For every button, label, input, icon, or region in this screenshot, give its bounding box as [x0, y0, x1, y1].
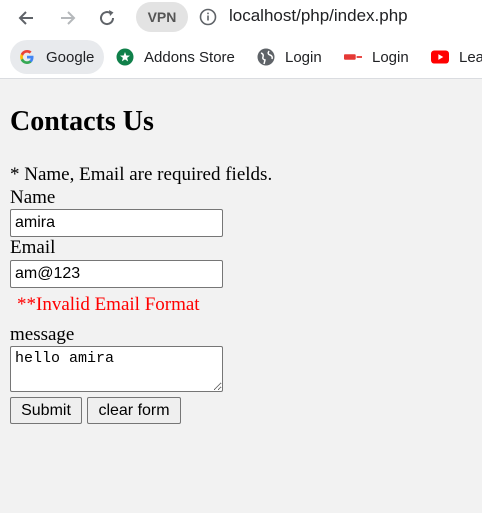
vpn-label: VPN [147, 9, 177, 25]
page-title: Contacts Us [10, 106, 154, 137]
bookmark-label: Lea [459, 48, 482, 66]
forward-button[interactable] [53, 4, 81, 32]
reload-button[interactable] [93, 4, 121, 32]
required-fields-note: * Name, Email are required fields. [10, 164, 273, 185]
info-icon[interactable] [199, 8, 217, 26]
bookmark-login-2[interactable]: Login [344, 40, 409, 74]
message-textarea[interactable]: hello amira [10, 346, 223, 392]
bookmark-addons-store[interactable]: Addons Store [116, 40, 235, 74]
message-label: message [10, 324, 75, 345]
back-arrow-icon [18, 11, 33, 25]
bookmark-login-1[interactable]: Login [257, 40, 322, 74]
bookmarks-bar: Google Addons Store Login Login Lea [0, 36, 482, 79]
address-bar[interactable]: localhost/php/index.php [229, 6, 408, 26]
name-label: Name [10, 187, 56, 208]
back-button[interactable] [13, 4, 41, 32]
email-label: Email [10, 237, 56, 258]
name-field[interactable] [10, 209, 223, 237]
globe-icon [257, 48, 275, 66]
forward-arrow-icon [61, 11, 76, 25]
vpn-button[interactable]: VPN [136, 2, 188, 32]
bookmark-label: Login [372, 48, 409, 66]
google-icon [18, 48, 36, 66]
bookmark-label: Addons Store [144, 48, 235, 66]
bookmark-label: Google [46, 48, 95, 66]
clear-form-button[interactable]: clear form [87, 397, 181, 424]
reload-icon [100, 10, 115, 26]
submit-button[interactable]: Submit [10, 397, 82, 424]
bookmark-label: Login [285, 48, 322, 66]
bookmark-youtube[interactable]: Lea [431, 40, 482, 74]
browser-toolbar: VPN localhost/php/index.php [0, 0, 482, 36]
login-site-icon [344, 48, 362, 66]
email-field[interactable] [10, 260, 223, 288]
youtube-icon [431, 48, 449, 66]
bookmark-google[interactable]: Google [10, 40, 105, 74]
addons-store-icon [116, 48, 134, 66]
email-error-message: **Invalid Email Format [17, 294, 200, 315]
